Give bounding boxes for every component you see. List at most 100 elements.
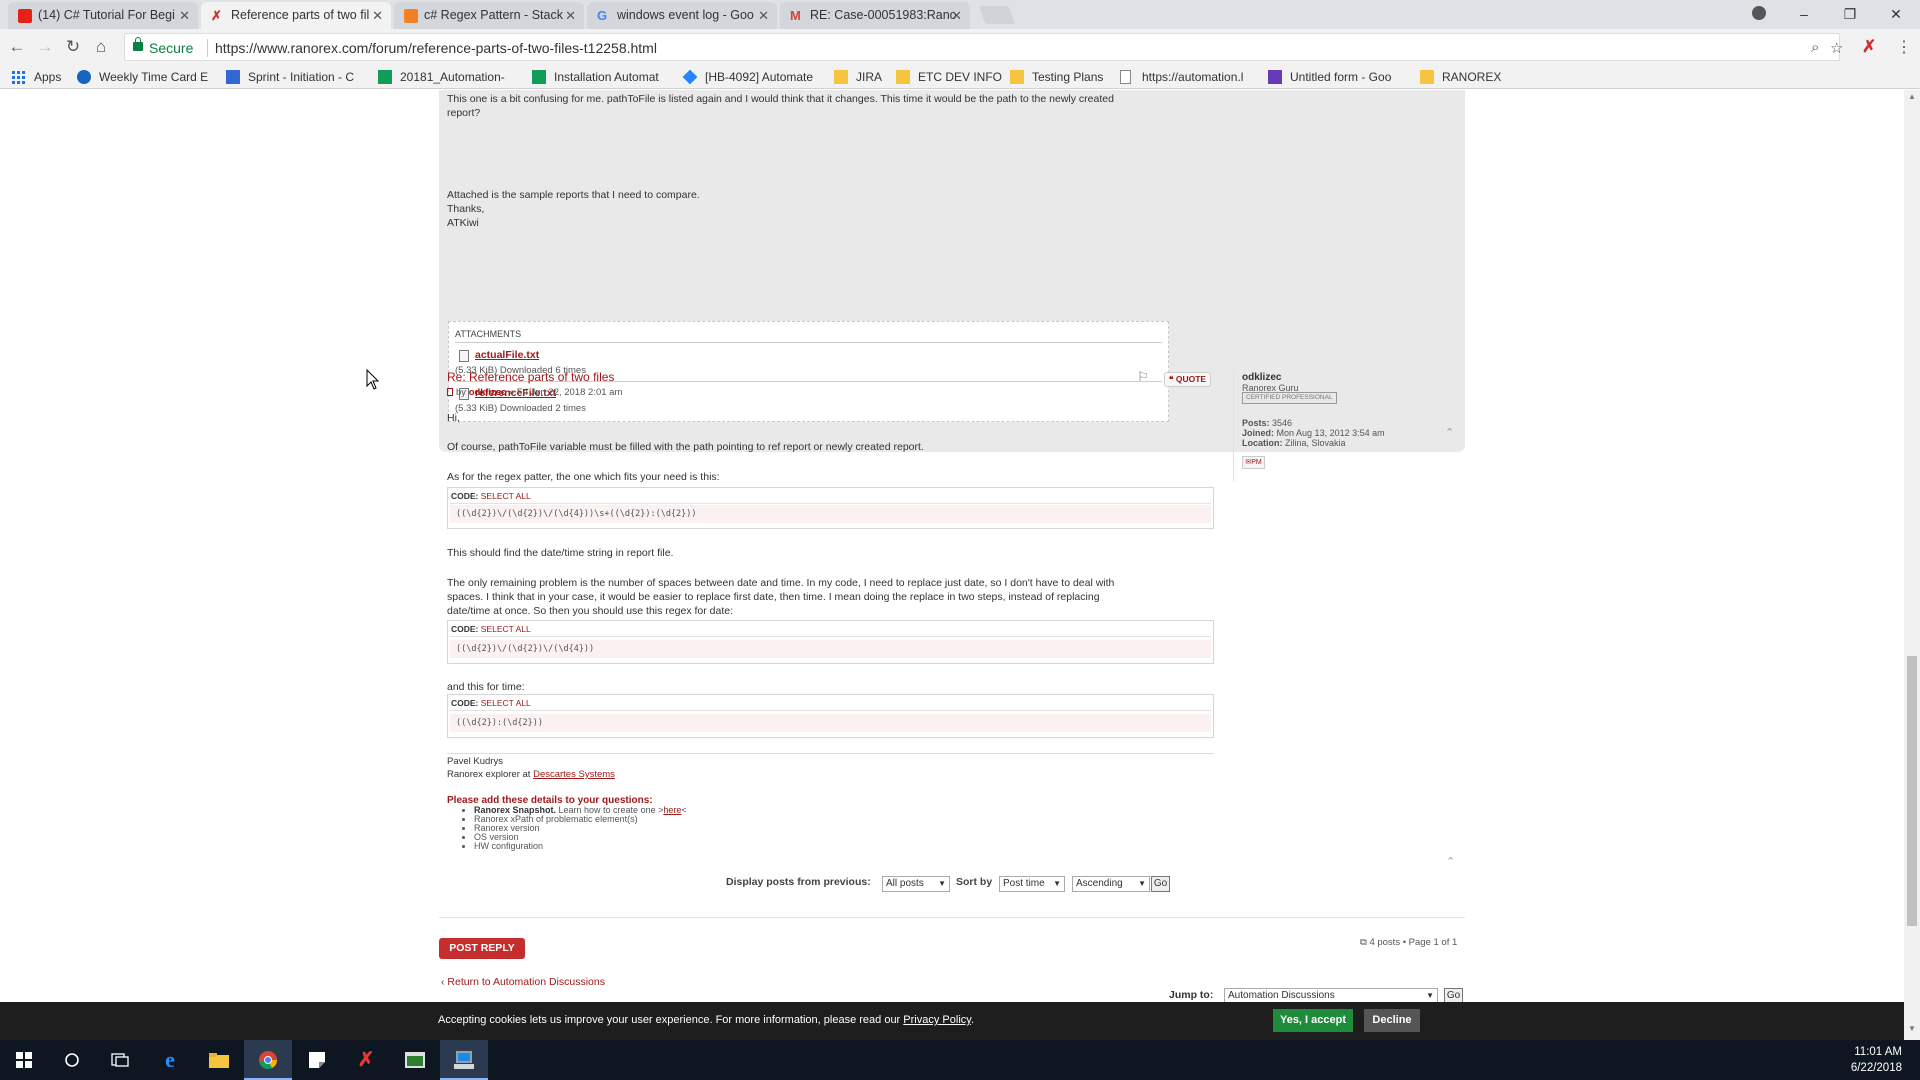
quote-button[interactable]: ❝ QUOTE [1164,372,1211,387]
close-window-button[interactable]: ✕ [1873,0,1919,29]
decline-cookies-button[interactable]: Decline [1364,1009,1420,1032]
close-icon[interactable]: ✕ [372,2,383,29]
bookmark-folder[interactable]: RANOREX [1420,69,1501,85]
bookmark-item[interactable]: Sprint - Initiation - C [226,69,354,85]
close-icon[interactable]: ✕ [179,2,190,29]
bookmark-item[interactable]: 20181_Automation- [378,69,505,85]
cookie-banner: Accepting cookies lets us improve your u… [0,1002,1904,1040]
browser-tab[interactable]: M RE: Case-00051983:Rano ✕ [780,2,970,29]
bookmark-label: Apps [34,70,62,84]
bookmark-item[interactable]: Installation Automat [532,69,659,85]
system-clock[interactable]: 11:01 AM 6/22/2018 [1851,1044,1902,1076]
stat-value[interactable]: 3546 [1272,418,1292,428]
close-icon[interactable]: ✕ [758,2,769,29]
scroll-up-icon[interactable]: ▲ [1904,92,1920,101]
sheet-icon [378,70,392,84]
code-text[interactable]: ((\d{2})\/(\d{2})\/(\d{4}))\s+((\d{2}):(… [450,505,1211,523]
post-icon [447,388,453,396]
privacy-policy-link[interactable]: Privacy Policy [903,1014,971,1026]
app-window-icon[interactable] [391,1040,439,1080]
certified-badge: CERTIFIED PROFESSIONAL [1242,392,1337,404]
back-icon[interactable]: ← [7,37,27,57]
profile-icon[interactable] [1752,6,1766,20]
stat-label: Joined: [1242,428,1275,438]
post-line: date/time at once. So then you should us… [447,605,734,617]
bookmark-folder[interactable]: JIRA [834,69,882,85]
back-to-top-icon[interactable]: ⌃ [1446,855,1455,868]
code-text[interactable]: ((\d{2})\/(\d{2})\/(\d{4})) [450,640,1211,658]
pm-button[interactable]: ✉PM [1242,456,1265,469]
reload-icon[interactable]: ↻ [63,37,83,57]
accept-cookies-button[interactable]: Yes, I accept [1273,1009,1353,1032]
browser-tab[interactable]: c# Regex Pattern - Stack ✕ [394,2,584,29]
sort-order-select[interactable]: Ascending ▼ [1072,876,1150,892]
bookmark-apps[interactable]: Apps [12,69,61,85]
forward-icon[interactable]: → [35,37,55,57]
restore-button[interactable]: ❐ [1827,0,1873,29]
youtube-icon [18,9,32,23]
ranorex-studio-icon[interactable]: ✗ [342,1040,390,1080]
profile-name[interactable]: odklizec [1242,372,1281,383]
sticky-notes-icon[interactable] [293,1040,341,1080]
select-all-link[interactable]: SELECT ALL [481,698,531,708]
new-tab-button[interactable] [978,6,1016,24]
url-text[interactable]: https://www.ranorex.com/forum/reference-… [215,40,657,56]
chrome-icon[interactable] [244,1040,292,1080]
report-icon[interactable]: ⚐ [1137,369,1149,385]
bookmark-label: Sprint - Initiation - C [248,70,355,84]
file-explorer-icon[interactable] [195,1040,243,1080]
ranorex-spy-icon[interactable] [440,1040,488,1080]
company-link[interactable]: Descartes Systems [533,769,615,780]
home-icon[interactable]: ⌂ [91,37,111,57]
address-bar[interactable]: Secure https://www.ranorex.com/forum/ref… [124,33,1843,61]
bookmark-item[interactable]: Untitled form - Goo [1268,69,1391,85]
bookmark-label: Installation Automat [554,70,659,84]
page-scrollbar[interactable]: ▲ ▼ [1904,90,1920,1040]
post-title-link[interactable]: Re: Reference parts of two files [447,370,614,384]
tab-title: RE: Case-00051983:Rano [810,8,957,22]
return-link[interactable]: ‹ Return to Automation Discussions [441,976,605,988]
bookmark-folder[interactable]: Testing Plans [1010,69,1103,85]
scroll-down-icon[interactable]: ▼ [1904,1024,1920,1033]
browser-tab-active[interactable]: ✗ Reference parts of two fil ✕ [201,2,391,29]
search-icon[interactable] [48,1040,96,1080]
select-all-link[interactable]: SELECT ALL [481,491,531,501]
signature-line: Ranorex explorer at Descartes Systems [447,768,615,781]
author-link[interactable]: odklizec [469,387,507,398]
bookmark-item[interactable]: Weekly Time Card E [77,69,208,85]
bookmark-folder[interactable]: ETC DEV INFO [896,69,1002,85]
browser-toolbar: ← → ↻ ⌂ Secure https://www.ranorex.com/f… [0,29,1920,65]
menu-icon[interactable]: ⋮ [1896,37,1912,57]
display-posts-select[interactable]: All posts ▼ [882,876,950,892]
bookmark-label: 20181_Automation- [400,70,505,84]
here-link[interactable]: here [663,805,681,815]
bookmark-item[interactable]: [HB-4092] Automate [682,69,813,85]
browser-tab[interactable]: (14) C# Tutorial For Begi ✕ [8,2,198,29]
attachment-link[interactable]: actualFile.txt [475,349,539,361]
ranorex-extension-icon[interactable]: ✗ [1862,37,1876,57]
windows-start-icon[interactable] [0,1040,48,1080]
go-button[interactable]: Go [1151,876,1170,892]
bookmark-star-icon[interactable]: ☆ [1830,39,1843,57]
pm-label: PM [1251,459,1262,466]
jump-to-select[interactable]: Automation Discussions ▼ [1224,988,1438,1002]
close-icon[interactable]: ✕ [951,2,962,29]
back-to-top-icon[interactable]: ⌃ [1445,426,1454,439]
bookmark-item[interactable]: https://automation.l [1120,69,1243,85]
browser-tab[interactable]: G windows event log - Goo ✕ [587,2,777,29]
sort-by-select[interactable]: Post time ▼ [999,876,1065,892]
zoom-icon[interactable]: ⌕ [1811,39,1819,56]
profile-joined: Joined: Mon Aug 13, 2012 3:54 am [1242,428,1385,438]
scroll-thumb[interactable] [1907,656,1917,926]
select-all-link[interactable]: SELECT ALL [481,624,531,634]
close-icon[interactable]: ✕ [565,2,576,29]
code-text[interactable]: ((\d{2}):(\d{2})) [450,714,1211,732]
edge-icon[interactable]: e [146,1040,194,1080]
task-view-icon[interactable] [96,1040,144,1080]
jump-go-button[interactable]: Go [1444,988,1463,1002]
dropdown-arrow-icon: ▼ [1053,879,1061,888]
tab-title: (14) C# Tutorial For Begi [38,8,175,22]
minimize-button[interactable]: – [1781,0,1827,29]
bookmark-label: Testing Plans [1032,70,1104,84]
post-reply-button[interactable]: POST REPLY [439,938,525,959]
